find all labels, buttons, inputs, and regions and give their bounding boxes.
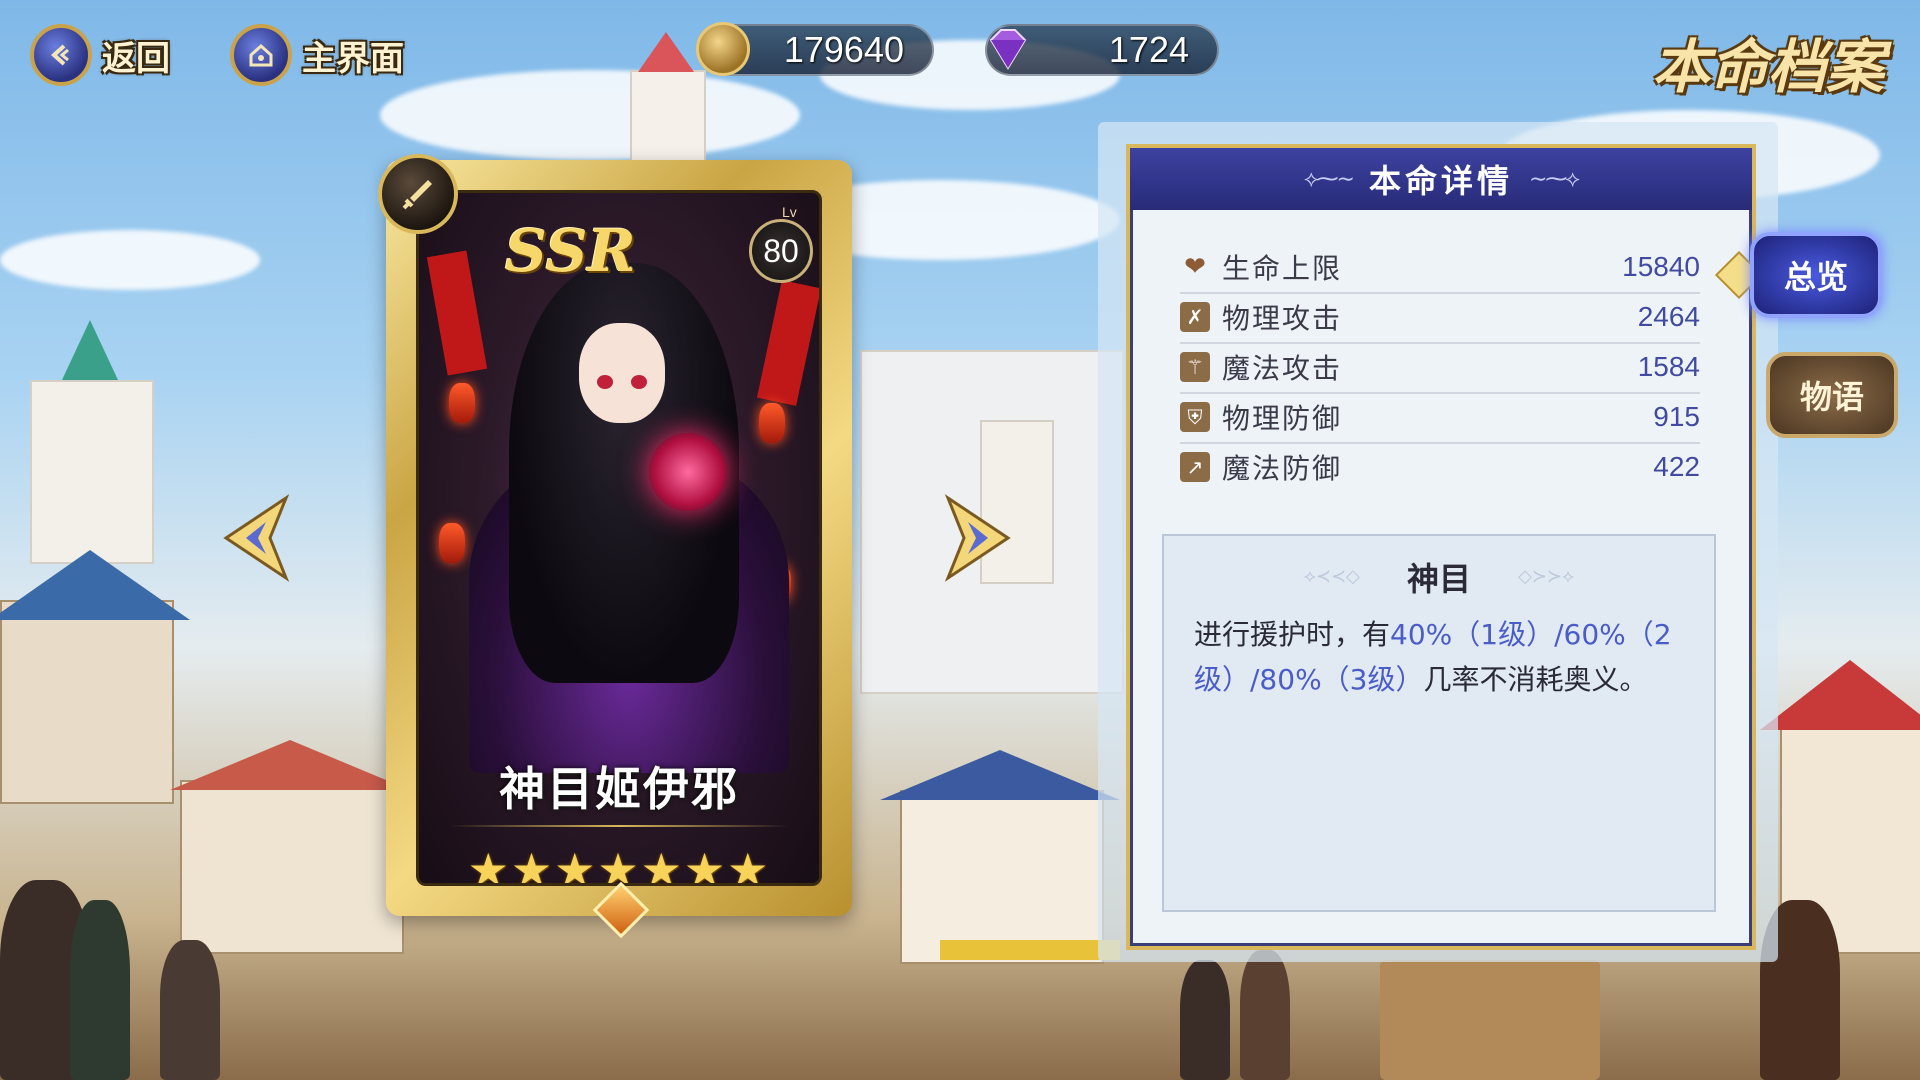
name-divider	[449, 825, 789, 827]
sword-class-icon	[378, 154, 458, 234]
stat-label: 物理攻击	[1222, 302, 1343, 335]
stat-value: 422	[1653, 451, 1700, 482]
back-label: 返回	[102, 38, 170, 79]
stat-label: 物理防御	[1222, 402, 1343, 435]
stat-label: 魔法攻击	[1222, 352, 1343, 385]
heart-icon: ❤	[1184, 252, 1206, 282]
home-icon	[230, 24, 292, 86]
page-title: 本命档案	[1651, 33, 1884, 101]
gold-coin-icon	[696, 22, 750, 76]
back-button[interactable]: 返回	[30, 24, 170, 86]
skill-text-part: 进行援护时，有	[1194, 618, 1391, 651]
details-header: ⟡⁓∼ 本命详情 ∼⁓⟡	[1130, 148, 1752, 210]
home-button[interactable]: 主界面	[230, 24, 404, 86]
skill-box: ⟡≺≺◇ ◇≻≻⟡ 神目 进行援护时，有40%（1级）/60%（2级）/80%（…	[1162, 534, 1716, 912]
gem-counter: 1724	[985, 24, 1219, 76]
home-label: 主界面	[302, 38, 404, 79]
tab-overview[interactable]: 总览	[1750, 232, 1882, 318]
skill-title: 神目	[1406, 560, 1471, 598]
stat-row-physical-attack: ✗ 物理攻击 2464	[1180, 292, 1700, 344]
character-card[interactable]: SSR Lv 80 神目姬伊邪 ★★★★★★★	[378, 154, 852, 939]
stat-value: 15840	[1622, 251, 1700, 282]
back-arrow-icon	[30, 24, 92, 86]
shield-icon: ⛨	[1180, 402, 1210, 432]
skill-text-part: 几率不消耗奥义。	[1423, 663, 1648, 696]
character-name: 神目姬伊邪	[499, 762, 739, 816]
character-art: SSR Lv 80 神目姬伊邪 ★★★★★★★	[416, 190, 822, 886]
rarity-badge: SSR	[505, 217, 636, 285]
stat-value: 2464	[1637, 301, 1700, 332]
gold-counter: 179640	[696, 22, 934, 76]
next-character-arrow[interactable]	[940, 492, 1018, 584]
stat-row-physical-defense: ⛨ 物理防御 915	[1180, 392, 1700, 444]
level-prefix: Lv	[782, 204, 797, 220]
previous-character-arrow[interactable]	[216, 492, 294, 584]
stat-row-magic-attack: ⚚ 魔法攻击 1584	[1180, 342, 1700, 394]
crossed-swords-icon: ✗	[1180, 302, 1210, 332]
stat-value: 915	[1653, 401, 1700, 432]
level-badge: Lv 80	[749, 204, 813, 283]
magic-shield-icon: ↗	[1180, 452, 1210, 482]
magic-wand-icon: ⚚	[1180, 352, 1210, 382]
stat-row-hp: ❤ 生命上限 15840	[1180, 242, 1700, 294]
details-title: 本命详情	[1368, 162, 1513, 200]
skill-description: 进行援护时，有40%（1级）/60%（2级）/80%（3级）几率不消耗奥义。	[1194, 612, 1684, 702]
stat-row-magic-defense: ↗ 魔法防御 422	[1180, 442, 1700, 492]
stat-value: 1584	[1637, 351, 1700, 382]
star-rating: ★★★★★★★	[467, 843, 771, 886]
level-number: 80	[763, 233, 799, 269]
purple-gem-icon	[981, 22, 1035, 76]
header-flourish-left: ⟡⁓∼	[1304, 166, 1355, 192]
stat-label: 生命上限	[1222, 252, 1343, 285]
header-flourish-right: ∼⁓⟡	[1529, 166, 1580, 192]
magic-orb	[649, 433, 727, 511]
stat-label: 魔法防御	[1222, 452, 1343, 485]
tab-story[interactable]: 物语	[1766, 352, 1898, 438]
